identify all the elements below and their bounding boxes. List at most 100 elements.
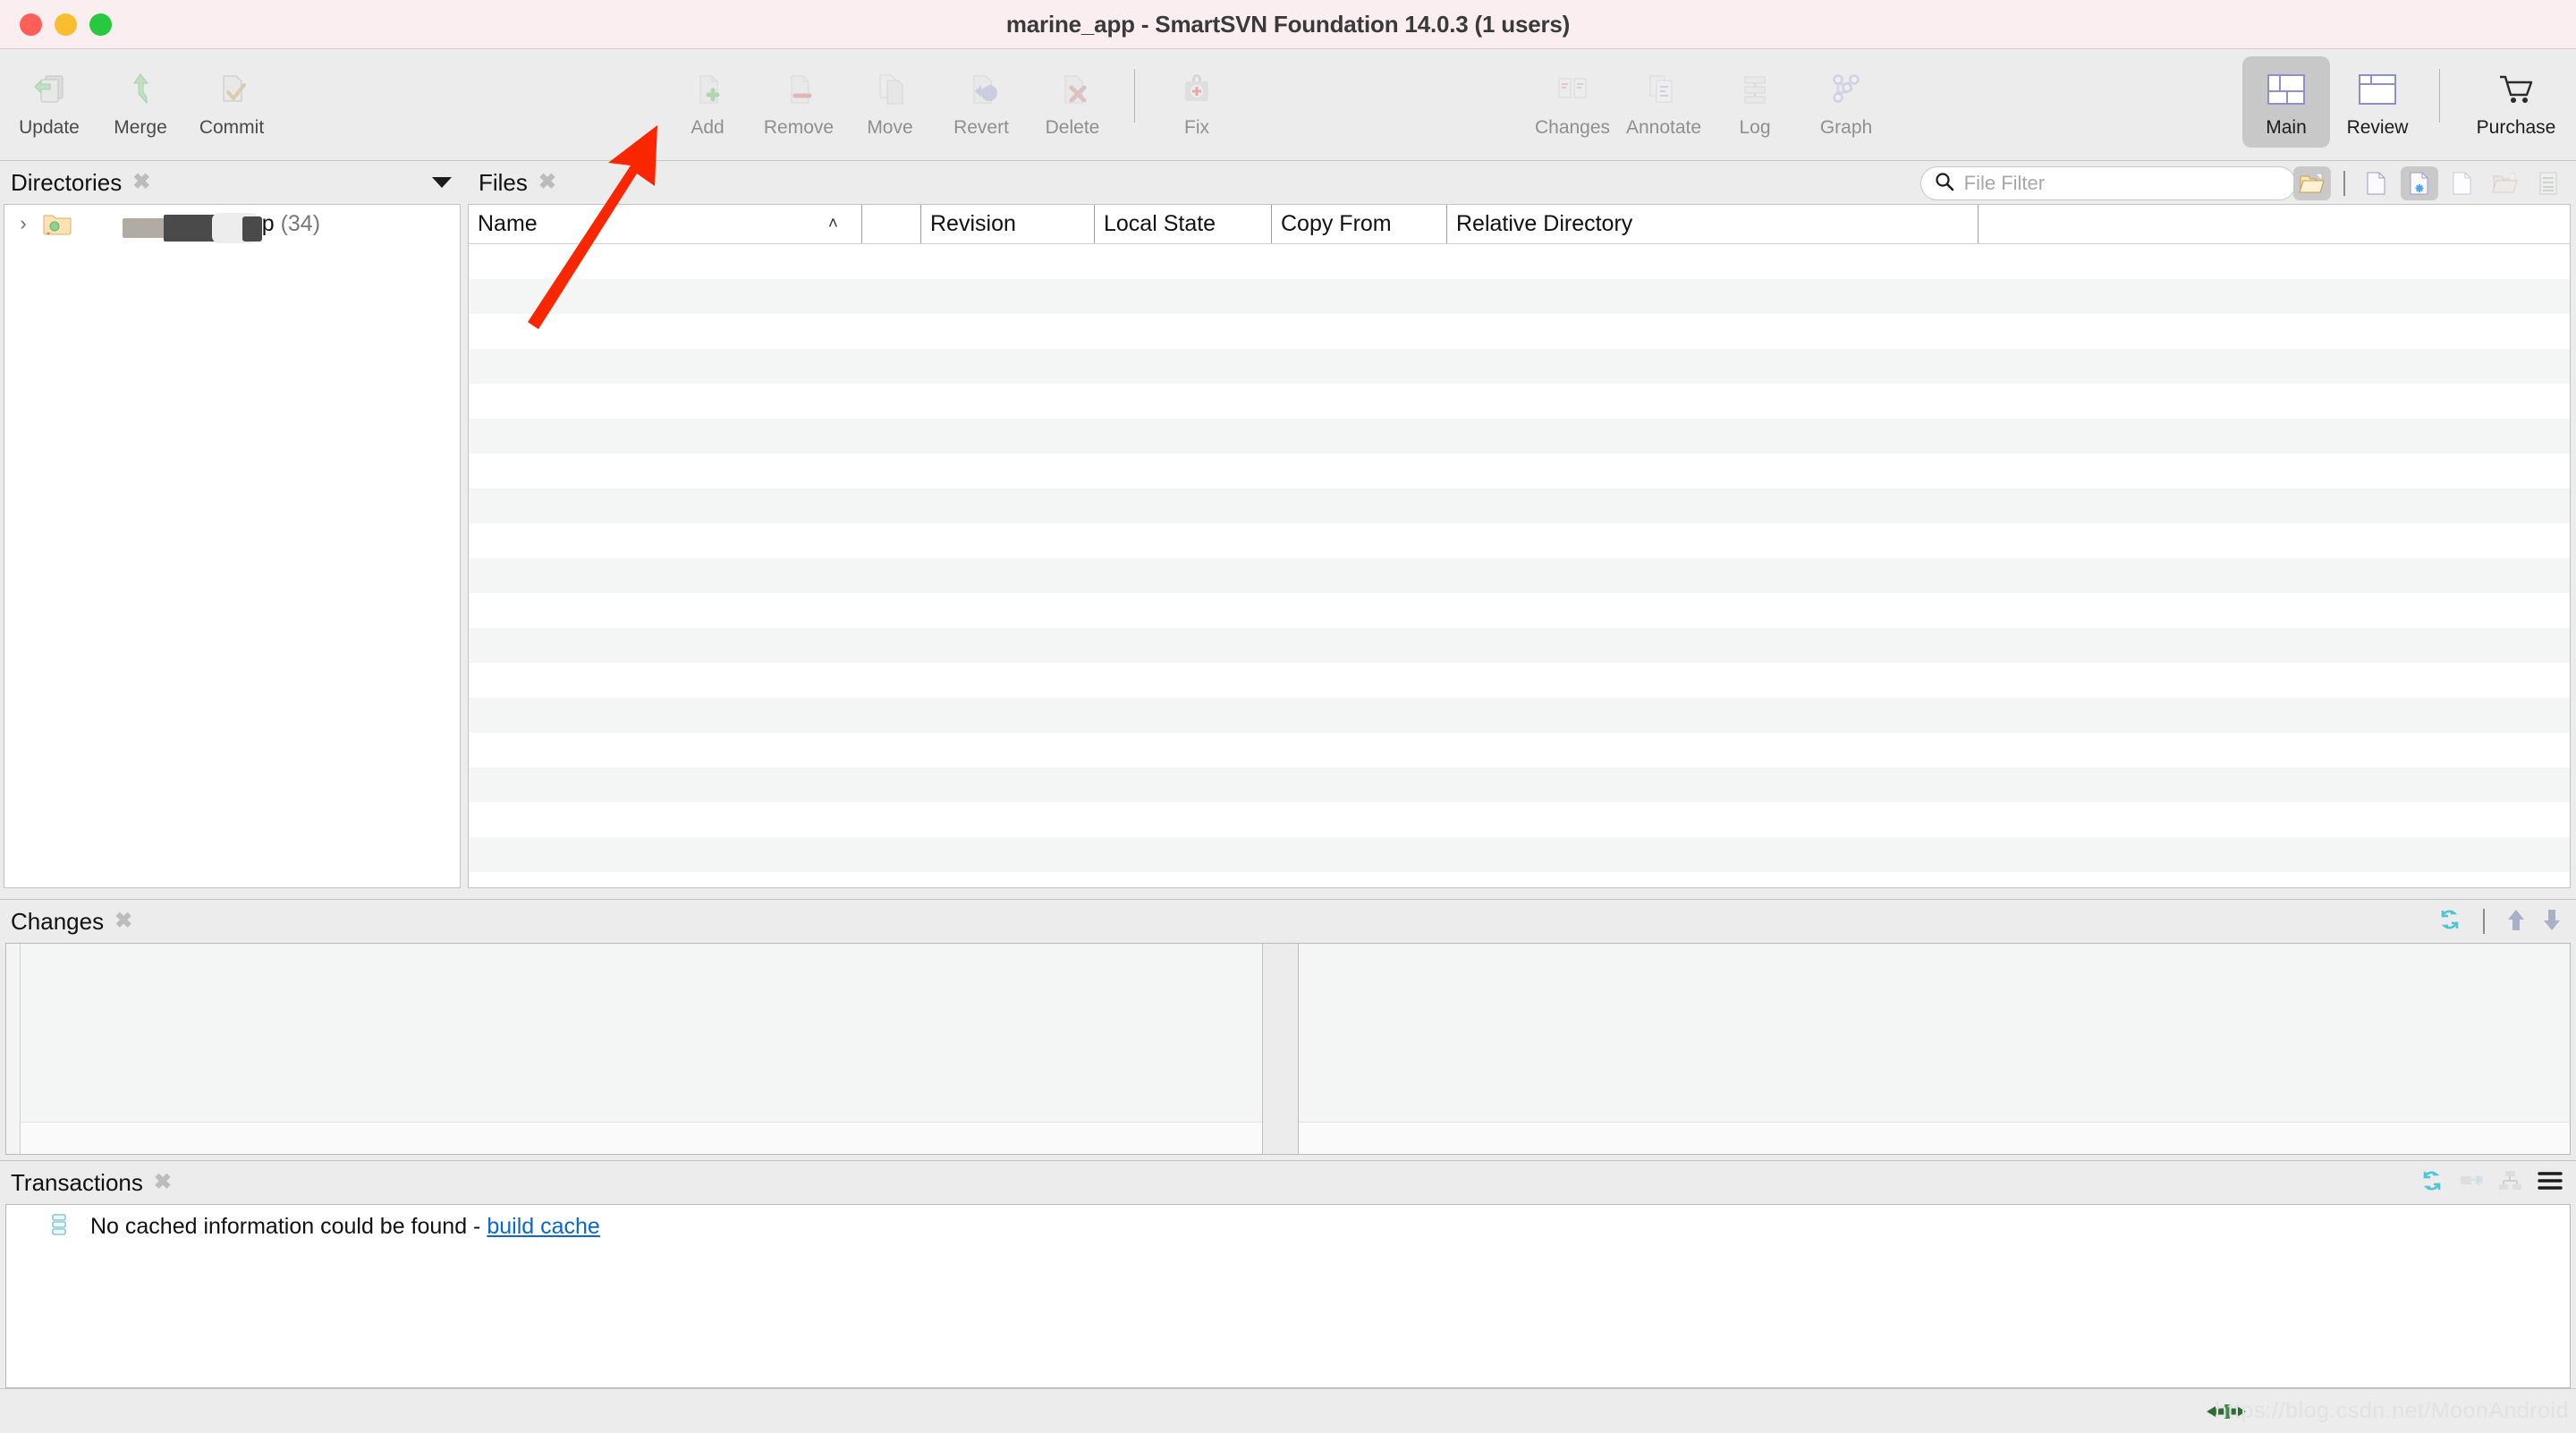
view-review-button[interactable]: Review — [2334, 56, 2421, 139]
changes-splitter[interactable] — [1263, 944, 1299, 1154]
search-icon — [1934, 171, 1955, 197]
changes-left-pane[interactable] — [21, 944, 1263, 1154]
table-row[interactable] — [469, 628, 2570, 663]
refresh-icon[interactable] — [2419, 1167, 2445, 1199]
log-button[interactable]: Log — [1711, 56, 1799, 139]
table-row[interactable] — [469, 663, 2570, 698]
table-row[interactable] — [469, 767, 2570, 802]
transaction-graph-icon[interactable] — [2458, 1167, 2485, 1199]
table-row[interactable] — [469, 523, 2570, 558]
delete-label: Delete — [1045, 117, 1100, 138]
transaction-tree-icon[interactable] — [2497, 1167, 2524, 1199]
title-bar: marine_app - SmartSVN Foundation 14.0.3 … — [0, 0, 2576, 49]
purchase-button[interactable]: Purchase — [2458, 56, 2574, 139]
column-header-local-state[interactable]: Local State — [1095, 205, 1272, 243]
files-close-icon[interactable]: ✖ — [538, 172, 556, 193]
file-filter-input[interactable] — [1963, 172, 2283, 195]
annotate-button[interactable]: Annotate — [1620, 56, 1707, 139]
toolbar-left-group: Update Merge Commit — [4, 49, 277, 139]
update-button[interactable]: Update — [5, 56, 93, 139]
column-header-blank-1[interactable] — [862, 205, 921, 243]
changes-right-pane[interactable] — [1299, 944, 2570, 1154]
directories-close-icon[interactable]: ✖ — [132, 172, 150, 193]
toolbar-right-group: Changes Annotate Log Graph — [1527, 49, 1892, 139]
sort-ascending-icon: ˄ — [827, 214, 838, 233]
table-row[interactable] — [469, 419, 2570, 454]
log-label: Log — [1739, 117, 1771, 138]
table-row[interactable] — [469, 872, 2570, 887]
show-ignored-icon[interactable] — [2444, 166, 2481, 200]
fix-button[interactable]: Fix — [1153, 56, 1241, 139]
changes-diff-area[interactable] — [5, 943, 2571, 1155]
add-button[interactable]: Add — [664, 56, 751, 139]
column-header-name[interactable]: Name ˄ — [469, 205, 862, 243]
directories-tree[interactable]: › _app (34) — [4, 204, 461, 888]
table-row[interactable] — [469, 593, 2570, 628]
toolbar-separator-1 — [1134, 69, 1135, 123]
directories-panel: Directories ✖ › _app (34) — [0, 161, 468, 899]
add-file-icon — [687, 69, 728, 110]
table-row[interactable] — [469, 837, 2570, 872]
remove-button[interactable]: Remove — [755, 56, 843, 139]
files-title: Files — [479, 168, 528, 196]
column-header-relative-directory[interactable]: Relative Directory — [1447, 205, 1979, 243]
changes-title: Changes — [11, 907, 105, 935]
table-row[interactable] — [469, 279, 2570, 314]
previous-change-icon[interactable] — [2504, 906, 2528, 937]
delete-file-icon — [1052, 69, 1093, 110]
files-panel: Files ✖ .* — [468, 161, 2576, 899]
table-row[interactable] — [469, 802, 2570, 837]
table-row[interactable] — [469, 349, 2570, 384]
build-cache-link[interactable]: build cache — [487, 1214, 599, 1239]
table-row[interactable] — [469, 314, 2570, 349]
merge-button[interactable]: Merge — [97, 56, 184, 139]
changes-label: Changes — [1534, 117, 1611, 138]
table-row[interactable] — [469, 454, 2570, 488]
commit-label: Commit — [199, 117, 265, 138]
table-row[interactable] — [469, 558, 2570, 593]
tree-item-label: _app (34) — [81, 211, 320, 243]
column-header-blank-2[interactable] — [1979, 205, 2570, 243]
toolbar-center-group: Add Remove Move Revert Delete Fix — [662, 49, 1242, 139]
table-row[interactable] — [469, 733, 2570, 767]
remove-file-icon — [778, 69, 819, 110]
table-row[interactable] — [469, 488, 2570, 523]
fix-label: Fix — [1184, 117, 1209, 138]
tree-item-root[interactable]: › _app (34) — [4, 205, 460, 243]
cart-icon — [2496, 69, 2537, 110]
remove-label: Remove — [763, 117, 835, 138]
transactions-title: Transactions — [11, 1168, 143, 1196]
column-label-name: Name — [478, 211, 538, 236]
move-button[interactable]: Move — [846, 56, 934, 139]
transactions-close-icon[interactable]: ✖ — [154, 1172, 172, 1193]
menu-icon[interactable] — [2537, 1169, 2563, 1197]
chevron-right-icon[interactable]: › — [13, 212, 33, 235]
transactions-panel-header: Transactions ✖ — [0, 1161, 2576, 1204]
files-table[interactable]: Name ˄ Revision Local State Copy From Re… — [468, 204, 2571, 888]
show-details-icon[interactable] — [2529, 166, 2567, 200]
graph-button[interactable]: Graph — [1802, 56, 1890, 139]
revert-button[interactable]: Revert — [937, 56, 1025, 139]
table-row[interactable] — [469, 384, 2570, 419]
commit-button[interactable]: Commit — [188, 56, 275, 139]
changes-button[interactable]: Changes — [1529, 56, 1616, 139]
annotate-label: Annotate — [1625, 117, 1702, 138]
refresh-icon[interactable] — [2436, 906, 2463, 937]
files-table-header: Name ˄ Revision Local State Copy From Re… — [469, 205, 2570, 244]
show-modified-icon[interactable] — [2401, 166, 2438, 200]
transactions-list[interactable]: No cached information could be found - b… — [5, 1204, 2571, 1388]
column-header-revision[interactable]: Revision — [921, 205, 1095, 243]
chevron-down-icon[interactable] — [432, 177, 452, 188]
table-row[interactable] — [469, 698, 2570, 733]
delete-button[interactable]: Delete — [1029, 56, 1116, 139]
files-table-rows[interactable] — [469, 244, 2570, 887]
view-main-button[interactable]: Main — [2242, 56, 2330, 148]
column-header-copy-from[interactable]: Copy From — [1272, 205, 1447, 243]
next-change-icon[interactable] — [2540, 906, 2563, 937]
table-row[interactable] — [469, 244, 2570, 279]
show-unversioned-icon[interactable] — [2358, 166, 2395, 200]
show-directories-icon[interactable] — [2487, 166, 2524, 200]
show-folders-icon[interactable] — [2293, 166, 2331, 200]
file-filter-box[interactable] — [1919, 166, 2296, 200]
changes-close-icon[interactable]: ✖ — [114, 911, 132, 932]
